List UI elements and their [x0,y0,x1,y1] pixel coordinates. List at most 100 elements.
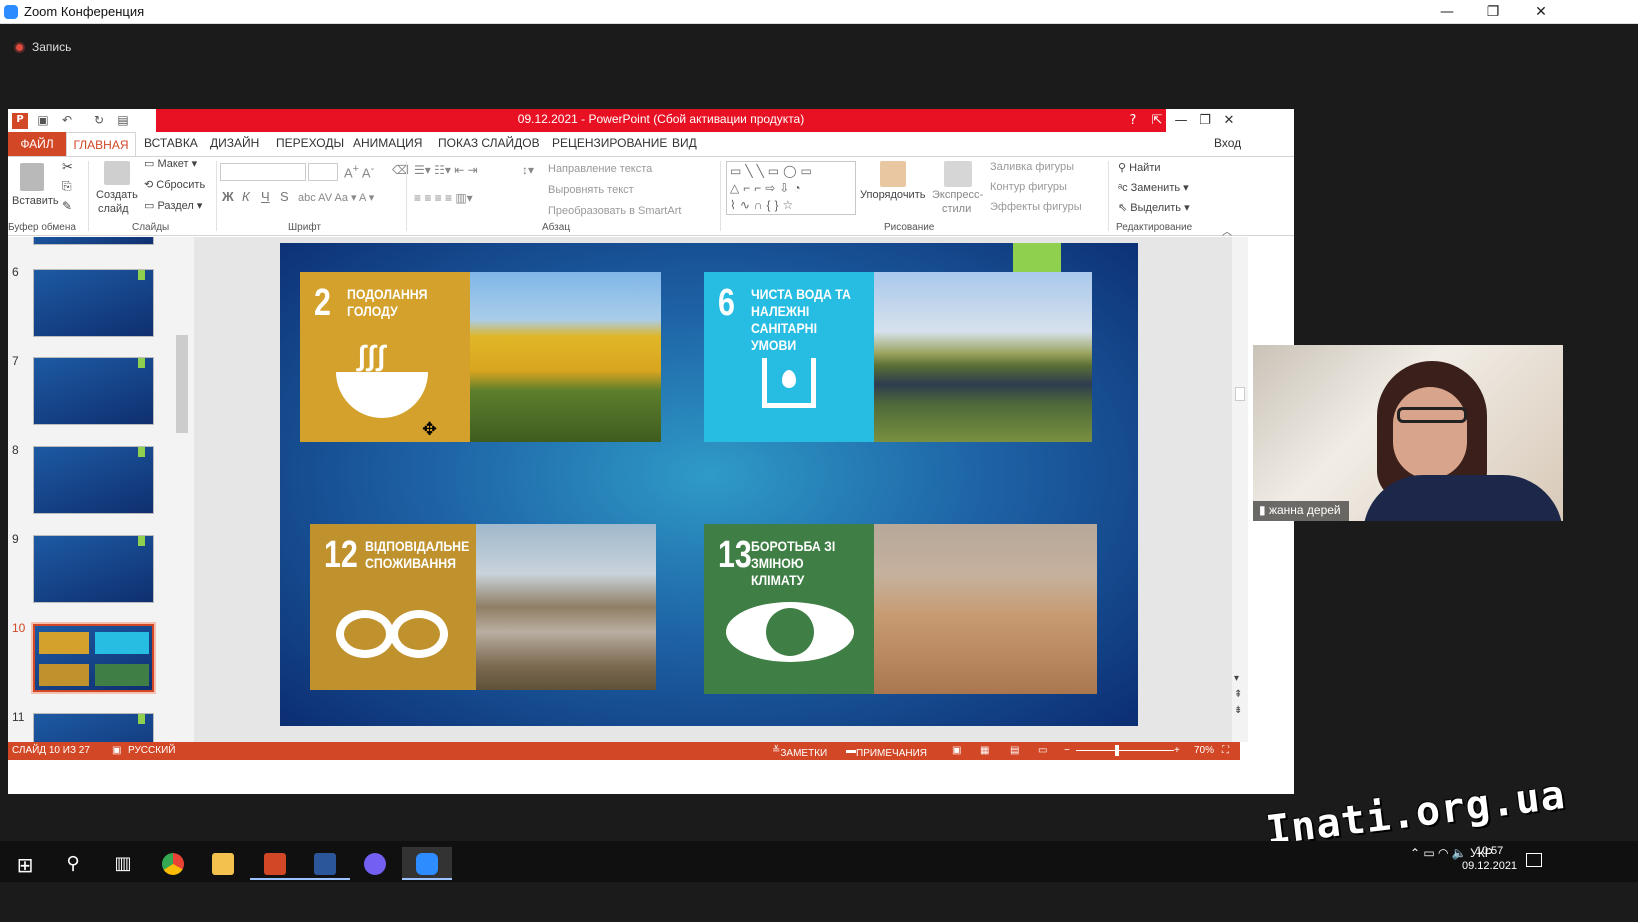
fit-to-window-icon[interactable]: ⛶ [1222,745,1229,756]
quick-styles-label-1[interactable]: Экспресс- [932,189,983,201]
zoom-slider[interactable] [1076,745,1174,756]
slideshow-view-icon[interactable]: ▭ [1038,745,1047,756]
undo-icon[interactable]: ↶ [60,113,74,127]
tab-view[interactable]: ВИД [672,136,697,150]
spellcheck-icon[interactable]: ▣ [112,745,121,756]
zoom-level[interactable]: 70% [1194,745,1214,756]
task-view-button[interactable]: ▥ [98,847,148,880]
zoom-slider-handle[interactable] [1115,745,1120,756]
tab-animation[interactable]: АНИМАЦИЯ [353,136,422,150]
thumbnail-slide-9[interactable] [33,535,154,603]
comments-button[interactable]: ▬ ПРИМЕЧАНИЯ [846,745,927,759]
font-size-select[interactable] [308,163,338,181]
quick-styles-label-2[interactable]: стили [942,203,971,215]
slide-sorter-icon[interactable]: ▦ [980,745,989,756]
minimize-icon[interactable]: — [1432,2,1462,22]
redo-icon[interactable]: ↻ [92,113,106,127]
taskbar-explorer[interactable] [198,847,248,880]
ppt-close-icon[interactable]: ✕ [1218,111,1240,131]
new-slide-label-1[interactable]: Создать [96,189,138,201]
recording-indicator[interactable]: Запись [14,40,71,54]
taskbar-powerpoint[interactable] [250,847,300,880]
thumbnail-slide-11[interactable] [33,713,154,742]
thumbnail-slide-10[interactable] [31,622,156,694]
text-direction-button[interactable]: Направление текста [548,163,652,175]
current-slide[interactable]: 2 ПОДОЛАННЯ ГОЛОДУ ∫∫∫ 6 ЧИСТА ВОДА ТА Н… [280,243,1138,726]
tab-insert[interactable]: ВСТАВКА [144,136,198,150]
select-button[interactable]: ⇖ Выделить ▾ [1118,201,1190,214]
arrange-icon[interactable] [880,161,906,187]
restore-icon[interactable]: ❐ [1478,2,1508,22]
new-slide-icon[interactable] [104,161,130,185]
participant-video[interactable]: ▮ жанна дерей [1253,345,1563,521]
thumbnail-scrollbar[interactable] [175,237,189,742]
shape-effects-button[interactable]: Эффекты фигуры [990,201,1082,213]
line-spacing-icon[interactable]: ↕▾ [522,163,534,177]
notification-icon[interactable] [1526,853,1542,867]
scroll-down-icon[interactable]: ▾ [1234,673,1239,684]
new-slide-label-2[interactable]: слайд [98,203,129,215]
paste-icon[interactable] [20,163,44,191]
cut-icon[interactable]: ✂ [62,159,73,175]
tab-home[interactable]: ГЛАВНАЯ [66,132,136,157]
collapse-ribbon-icon[interactable]: ︿ [1222,223,1232,238]
ppt-restore-icon[interactable]: ❐ [1194,111,1216,131]
reading-view-icon[interactable]: ▤ [1010,745,1019,756]
tab-review[interactable]: РЕЦЕНЗИРОВАНИЕ [552,136,667,150]
shapes-gallery[interactable]: ▭╲╲▭◯▭ △⌐⌐⇨⇩◔ ⌇∿∩{}☆ [726,161,856,215]
bullets-icon[interactable]: ☰▾ ☷▾ ⇤ ⇥ [414,163,478,177]
quick-styles-icon[interactable] [944,161,972,187]
copy-icon[interactable]: ⎘ [62,179,72,194]
font-name-select[interactable] [220,163,306,181]
italic-button[interactable]: К [242,189,250,204]
taskbar-zoom[interactable] [402,847,452,880]
shape-outline-button[interactable]: Контур фигуры [990,181,1067,193]
slideshow-start-icon[interactable]: ▤ [116,113,130,127]
taskbar-word[interactable] [300,847,350,880]
find-button[interactable]: ⚲ Найти [1118,161,1161,174]
scroll-thumb[interactable] [1235,387,1245,401]
tab-design[interactable]: ДИЗАЙН [210,136,259,150]
help-icon[interactable]: ? [1122,111,1144,131]
taskbar-chrome[interactable] [148,847,198,880]
ribbon-display-icon[interactable]: ⇱ [1146,111,1168,131]
thumbnail-slide-7[interactable] [33,357,154,425]
close-icon[interactable]: ✕ [1526,2,1556,22]
normal-view-icon[interactable]: ▣ [952,745,961,756]
reset-button[interactable]: ⟲ Сбросить [144,178,205,191]
tab-file[interactable]: ФАЙЛ [8,132,66,156]
section-button[interactable]: ▭ Раздел ▾ [144,199,202,212]
grow-font-icon[interactable]: A+ A- [344,163,374,180]
shadow-button[interactable]: S [280,189,289,204]
bold-button[interactable]: Ж [222,189,234,204]
replace-button[interactable]: ᵃc Заменить ▾ [1118,181,1189,194]
layout-button[interactable]: ▭ Макет ▾ [144,157,197,170]
system-clock[interactable]: 10:57 09.12.2021 [1462,844,1517,874]
arrange-button[interactable]: Упорядочить [860,189,925,201]
start-button[interactable]: ⊞ [0,847,50,880]
underline-button[interactable]: Ч [261,189,270,204]
thumbnail-slide-6[interactable] [33,269,154,337]
language-indicator[interactable]: РУССКИЙ [128,745,175,756]
editor-scrollbar[interactable]: ▾ ⇞ ⇟ [1232,237,1248,742]
zoom-out-icon[interactable]: − [1064,745,1070,756]
previous-slide-icon[interactable]: ⇞ [1234,689,1242,700]
next-slide-icon[interactable]: ⇟ [1234,705,1242,716]
format-painter-icon[interactable]: ✎ [62,199,72,213]
alignment-icons[interactable]: ≡ ≡ ≡ ≡ ▥▾ [414,191,473,205]
char-spacing-icon[interactable]: abc AV Aa ▾ A ▾ [298,191,374,204]
zoom-in-icon[interactable]: + [1174,745,1180,756]
paste-button[interactable]: Вставить [12,195,59,207]
taskbar-viber[interactable] [350,847,400,880]
thumbnail-partial[interactable] [33,237,154,245]
notes-button[interactable]: ≚ ЗАМЕТКИ [772,745,827,759]
sign-in-link[interactable]: Вход [1214,136,1241,150]
save-icon[interactable]: ▣ [36,113,50,127]
align-text-button[interactable]: Выровнять текст [548,184,634,196]
thumbnail-slide-8[interactable] [33,446,154,514]
shape-fill-button[interactable]: Заливка фигуры [990,161,1074,173]
scroll-thumb[interactable] [176,335,188,433]
tab-slideshow[interactable]: ПОКАЗ СЛАЙДОВ [438,136,540,150]
search-button[interactable]: ⚲ [48,847,98,880]
tab-transitions[interactable]: ПЕРЕХОДЫ [276,136,344,150]
